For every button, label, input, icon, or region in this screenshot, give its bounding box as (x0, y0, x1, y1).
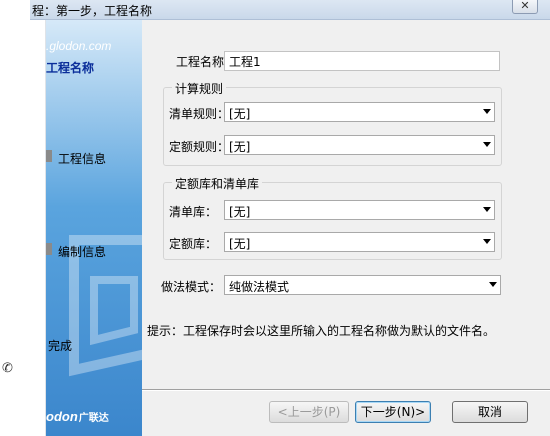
window-title: 程：第一步，工程名称 (32, 4, 153, 18)
chevron-down-icon (483, 239, 491, 244)
footer-divider (142, 389, 550, 391)
bill-rule-select[interactable]: [无] (224, 102, 495, 122)
next-button[interactable]: 下一步(N)> (355, 401, 431, 423)
quota-rule-value: [无] (229, 140, 251, 154)
project-name-input[interactable] (224, 51, 500, 71)
brand-logo-text: odon (46, 409, 78, 424)
brand-logo-cn: 广联达 (78, 413, 109, 424)
method-label: 做法模式： (161, 280, 222, 294)
quota-lib-label: 定额库： (169, 237, 218, 251)
wizard-content: 工程名称： 计算规则 清单规则： [无] 定额规则： [无] 定额库和清单库 清… (142, 20, 550, 436)
bill-lib-select[interactable]: [无] (224, 200, 495, 220)
brand-url: .glodon.com (46, 39, 112, 53)
quota-lib-select[interactable]: [无] (224, 232, 495, 252)
title-bar: 程：第一步，工程名称 ✕ (30, 0, 550, 20)
quota-rule-select[interactable]: [无] (224, 135, 495, 155)
background-window-strip: ✆ (0, 0, 46, 436)
calc-rules-group-title: 计算规则 (172, 80, 227, 97)
bill-rule-label: 清单规则： (169, 107, 230, 121)
bill-lib-label: 清单库： (169, 205, 218, 219)
step-project-info: 工程信息 (46, 150, 106, 167)
method-select[interactable]: 纯做法模式 (224, 275, 501, 295)
phone-icon: ✆ (2, 361, 13, 376)
step-marker-icon (46, 243, 52, 255)
step-label: 工程信息 (58, 152, 107, 166)
close-button[interactable]: ✕ (512, 0, 538, 14)
step-label: 完成 (48, 339, 73, 353)
step-marker-icon (46, 150, 52, 162)
bill-lib-value: [无] (229, 205, 251, 219)
close-icon: ✕ (520, 0, 530, 12)
wizard-side-panel: .glodon.com 工程名称 工程信息 编制信息 完成 odon广联达 (46, 20, 142, 436)
cancel-button[interactable]: 取消 (452, 401, 528, 423)
quota-rule-label: 定额规则： (169, 140, 230, 154)
step-finish: 完成 (46, 337, 72, 354)
brand-logo: odon广联达 (46, 409, 109, 424)
step-compile-info: 编制信息 (46, 243, 106, 260)
prev-button[interactable]: <上一步(P) (269, 401, 349, 423)
chevron-down-icon (483, 207, 491, 212)
method-value: 纯做法模式 (229, 280, 290, 294)
chevron-down-icon (489, 282, 497, 287)
library-group-title: 定额库和清单库 (172, 175, 263, 192)
step-label: 编制信息 (58, 245, 107, 259)
bill-rule-value: [无] (229, 107, 251, 121)
step-current: 工程名称 (46, 61, 95, 75)
quota-lib-value: [无] (229, 237, 251, 251)
hint-text: 提示：工程保存时会以这里所输入的工程名称做为默认的文件名。 (147, 324, 496, 338)
chevron-down-icon (483, 109, 491, 114)
chevron-down-icon (483, 142, 491, 147)
